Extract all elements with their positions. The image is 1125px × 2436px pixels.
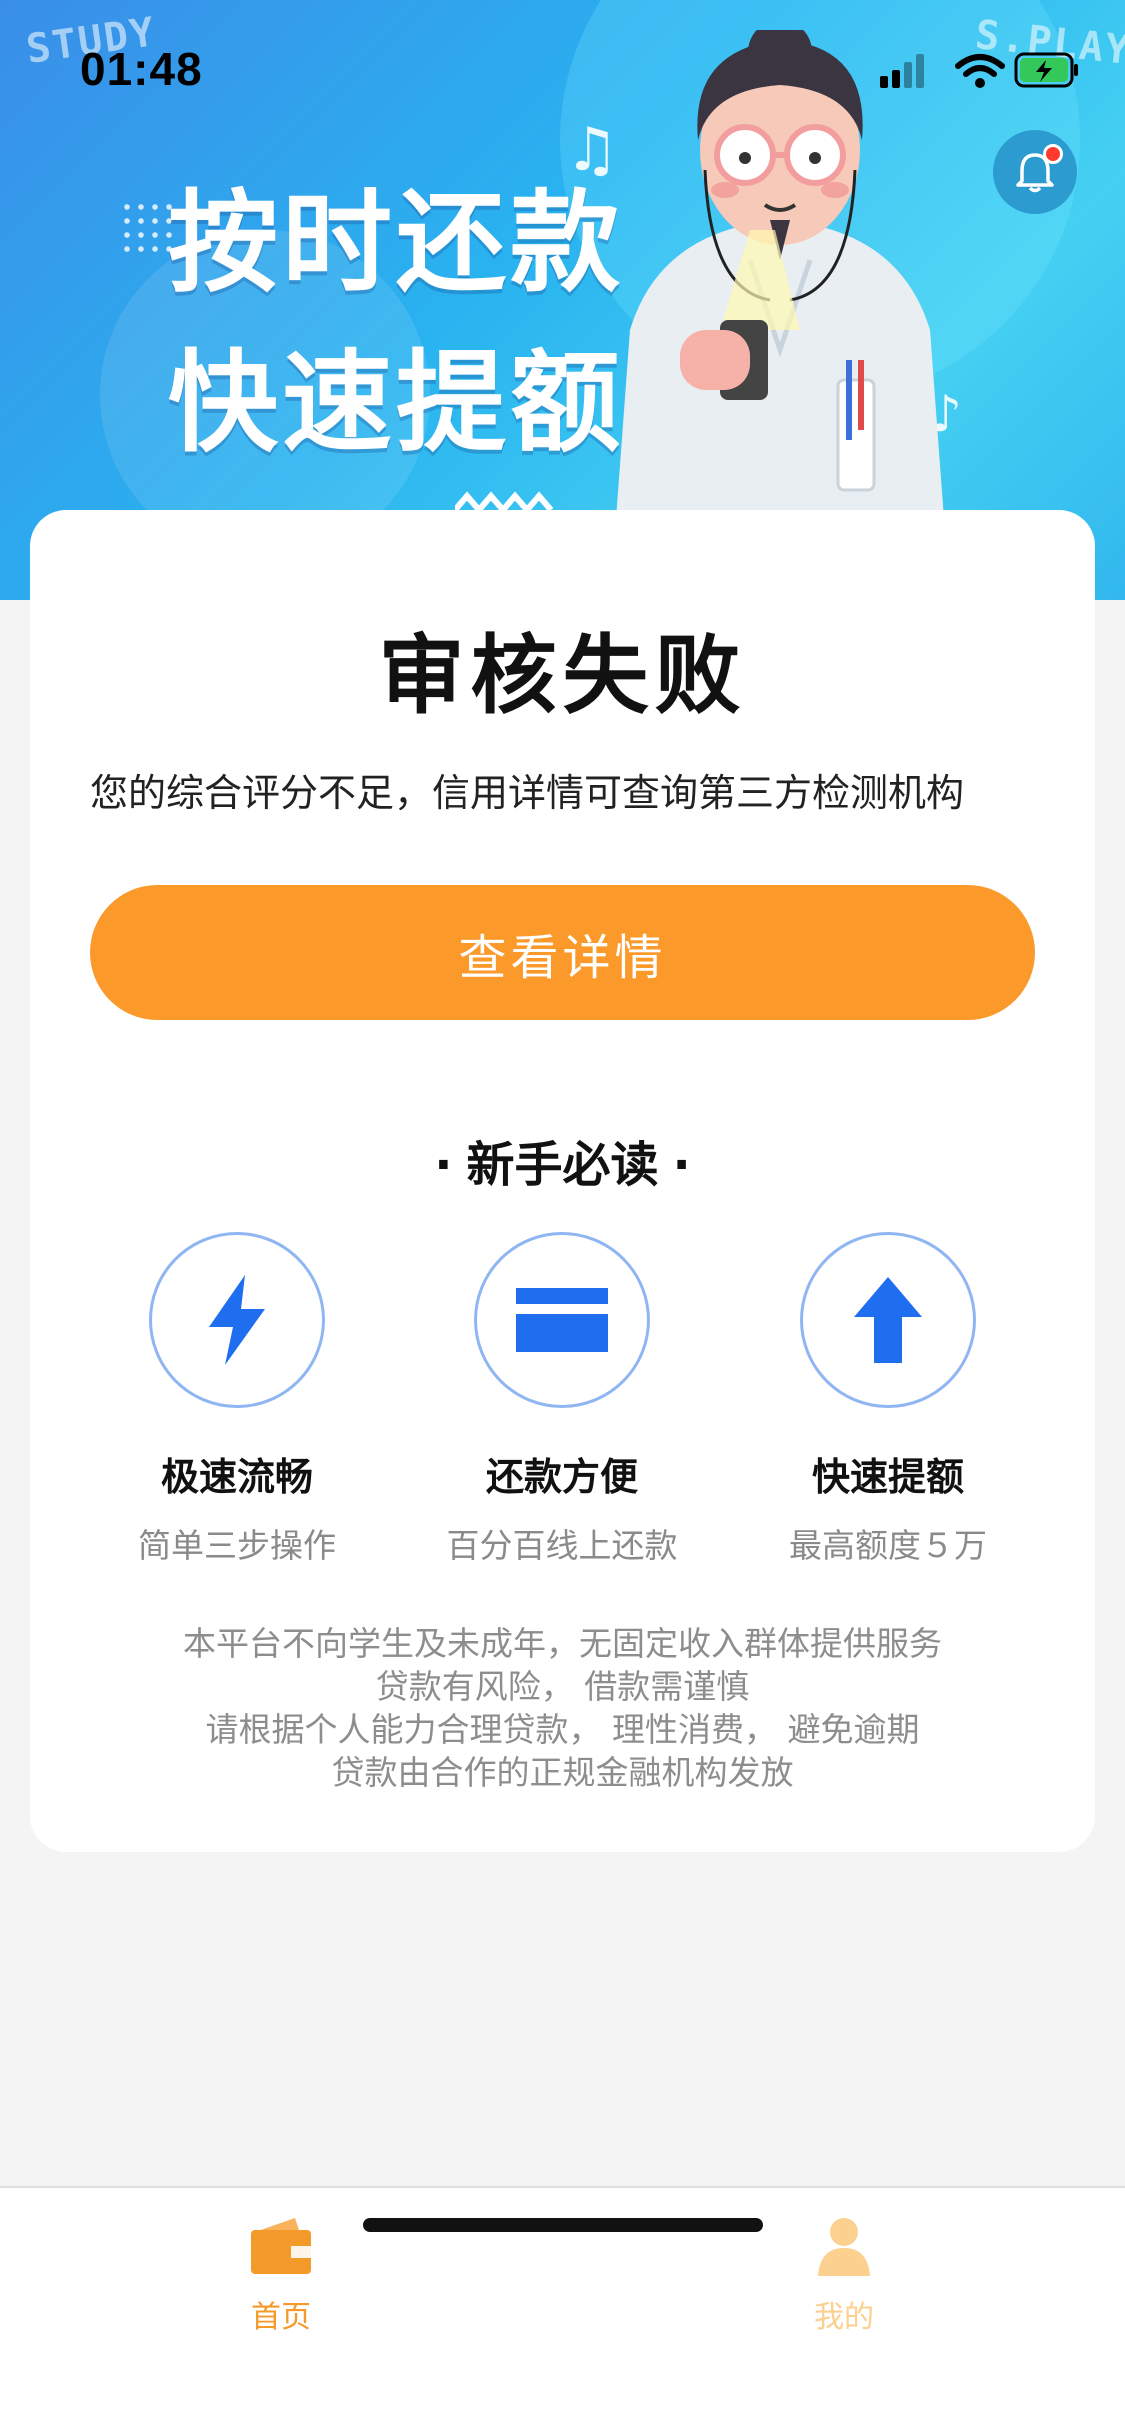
disclaimer-line: 本平台不向学生及未成年，无固定收入群体提供服务 [183,1624,942,1663]
guide-bullet: · [672,1137,691,1193]
result-description: 您的综合评分不足，信用详情可查询第三方检测机构 [90,771,965,815]
feature-subtitle: 最高额度５万 [789,1526,987,1565]
feature-icon-circle [800,1232,976,1408]
notification-badge [1043,144,1063,164]
banner-slogan-line1: 按时还款 [168,179,624,307]
lightning-icon [209,1275,265,1365]
feature-limit: 快速提额 最高额度５万 [738,1232,1038,1567]
feature-subtitle: 简单三步操作 [138,1526,336,1565]
result-card: 审核失败 您的综合评分不足，信用详情可查询第三方检测机构 查看详情 · 新手必读 ·… [30,510,1095,1852]
feature-title: 快速提额 [811,1455,964,1499]
disclaimer-line: 贷款有风险， 借款需谨慎 [375,1667,750,1706]
disclaimer: 本平台不向学生及未成年，无固定收入群体提供服务 贷款有风险， 借款需谨慎 请根据… [30,1622,1095,1794]
banner-slogan-line2: 快速提额 [168,339,624,467]
feature-title: 极速流畅 [160,1455,313,1499]
card-icon [516,1288,608,1352]
tab-home-label: 首页 [251,2300,311,2335]
tab-home[interactable]: 首页 [191,2214,371,2336]
arrow-up-icon [854,1277,922,1363]
home-indicator [363,2218,763,2232]
view-details-button[interactable]: 查看详情 [90,885,1035,1020]
status-icons [880,52,1078,88]
signal-icon [880,54,924,88]
guide-title: 新手必读 [466,1137,659,1193]
wallet-icon [251,2218,311,2274]
disclaimer-line: 贷款由合作的正规金融机构发放 [331,1753,794,1792]
feature-subtitle: 百分百线上还款 [446,1526,678,1565]
status-time: 01:48 [80,43,203,95]
battery-icon [1014,52,1078,88]
status-bar: 01:48 [0,0,1125,132]
guide-heading: · 新手必读 · [30,1125,1095,1195]
feature-repay: 还款方便 百分百线上还款 [412,1232,712,1567]
user-icon [818,2218,870,2276]
feature-icon-circle [474,1232,650,1408]
notification-button[interactable] [993,130,1077,214]
feature-icon-circle [149,1232,325,1408]
result-title: 审核失败 [378,626,747,726]
disclaimer-line: 请根据个人能力合理贷款， 理性消费， 避免逾期 [205,1710,920,1749]
wifi-icon [955,54,1005,88]
guide-bullet: · [434,1137,453,1193]
feature-fast: 极速流畅 简单三步操作 [87,1232,387,1567]
tab-mine[interactable]: 我的 [754,2214,934,2336]
tab-mine-label: 我的 [814,2300,874,2335]
feature-title: 还款方便 [485,1455,638,1499]
